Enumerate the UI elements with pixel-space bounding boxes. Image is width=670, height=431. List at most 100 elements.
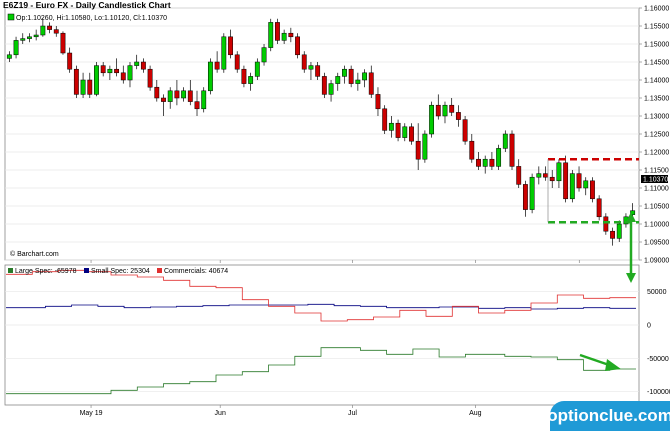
candle	[429, 101, 435, 138]
candle-body	[147, 68, 153, 88]
price-tick-label: 1.10500	[644, 204, 669, 211]
candle-body	[134, 61, 140, 66]
legend-swatch-small	[84, 268, 89, 273]
candle-body	[429, 104, 435, 135]
candle-body	[569, 173, 575, 200]
legend-swatch-large	[8, 268, 13, 273]
candle-body	[348, 68, 354, 84]
candle-body	[335, 76, 341, 84]
candle-body	[469, 140, 475, 160]
candle-body	[395, 122, 401, 138]
candle-body	[549, 176, 555, 182]
candle-body	[388, 122, 394, 131]
candle-body	[261, 47, 267, 63]
candle	[275, 18, 280, 44]
price-tick-label: 1.09000	[644, 258, 669, 265]
candle-body	[435, 104, 441, 117]
candle-body	[382, 108, 388, 131]
candle	[94, 62, 99, 97]
candle-body	[375, 94, 381, 110]
candle-body	[140, 61, 146, 70]
cot-axis: 50000 0 -50000 -100000	[647, 289, 670, 396]
candle	[462, 116, 468, 145]
candle-body	[496, 148, 502, 167]
candle	[382, 105, 388, 134]
candle	[596, 195, 602, 221]
candle-body	[603, 216, 609, 232]
candle-body	[502, 133, 508, 149]
candle	[496, 144, 502, 170]
price-tick-label: 1.15500	[644, 24, 669, 31]
candle-body	[27, 36, 32, 39]
candle	[569, 170, 575, 203]
candle-body	[301, 54, 307, 70]
price-tick-label: 1.12500	[644, 132, 669, 139]
candle-body	[60, 32, 66, 54]
candle-body	[254, 61, 260, 77]
candle	[509, 130, 515, 170]
price-tick-label: 1.11500	[644, 168, 669, 175]
candle	[321, 72, 327, 98]
candle-body	[174, 90, 180, 99]
candle-body	[482, 158, 488, 167]
candle-body	[228, 36, 233, 56]
cot-tick-label: 0	[647, 323, 651, 330]
candle-body	[462, 119, 468, 142]
price-tick-label: 1.09500	[644, 240, 669, 247]
cot-legend: Large Spec: -65978 Small Spec: 25304 Com…	[8, 268, 228, 275]
candle-body	[522, 184, 528, 210]
candle-body	[281, 32, 287, 41]
candle	[529, 173, 535, 214]
price-tick-label: 1.12000	[644, 150, 669, 157]
chart-title: E6Z19 - Euro FX - Daily Candlestick Char…	[3, 0, 171, 10]
candle	[60, 31, 66, 55]
cot-panel	[4, 264, 640, 406]
cot-tick-label: 50000	[647, 289, 667, 296]
candle-body	[455, 112, 461, 120]
watermark-logo: optionclue.com	[547, 401, 670, 431]
legend-commercials: Commercials: 40674	[164, 268, 228, 275]
candle-body	[342, 68, 347, 77]
candle	[221, 33, 227, 73]
candle-body	[415, 140, 421, 160]
price-tick-label: 1.11000	[644, 186, 669, 193]
candle-body	[596, 198, 602, 218]
candle-body	[509, 133, 515, 167]
candle	[147, 65, 153, 91]
price-axis: 1.16000 1.15500 1.15000 1.14500 1.14000 1.135…	[639, 6, 669, 265]
candle-body	[87, 79, 93, 95]
copyright-label: © Barchart.com	[10, 250, 59, 258]
price-tick-label: 1.10000	[644, 222, 669, 229]
last-price-label: 1.10370	[643, 177, 668, 184]
candle-body	[321, 76, 327, 95]
legend-small: Small Spec: 25304	[91, 268, 150, 275]
candle-body	[516, 166, 522, 185]
candle-body	[120, 72, 126, 81]
ohlc-marker-icon	[7, 13, 15, 21]
candle-body	[536, 173, 542, 178]
candle-body	[94, 65, 99, 95]
candle-body	[13, 40, 19, 56]
candle	[563, 155, 569, 203]
price-tick-label: 1.14500	[644, 60, 669, 67]
candle-body	[563, 162, 569, 200]
candle-body	[248, 76, 254, 84]
candle	[201, 87, 207, 113]
candle-body	[6, 54, 12, 59]
candle	[207, 58, 213, 95]
price-tick-label: 1.16000	[644, 6, 669, 13]
candle-body	[295, 36, 300, 56]
candle-body	[556, 162, 562, 182]
candle-body	[422, 133, 428, 160]
candle-body	[33, 34, 39, 38]
price-tick-label: 1.13500	[644, 96, 669, 103]
candle-body	[268, 22, 274, 48]
candle-body	[442, 104, 448, 117]
candle-body	[489, 158, 495, 167]
candle-body	[590, 180, 595, 200]
candle-body	[47, 25, 52, 30]
candle-body	[80, 79, 86, 95]
price-tick-label: 1.13000	[644, 114, 669, 121]
candle-body	[114, 68, 120, 74]
candle-body	[328, 83, 334, 95]
